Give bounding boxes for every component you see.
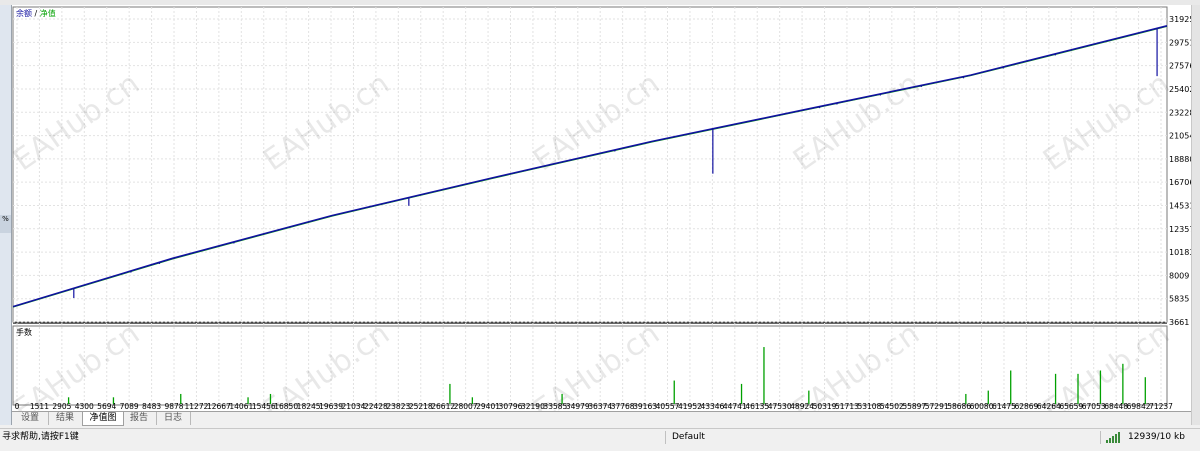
x-tick-label: 55897 [902, 402, 926, 411]
x-tick-label: 23823 [386, 402, 410, 411]
x-tick-label: 21034 [342, 402, 366, 411]
legend-balance: 余额 [16, 8, 32, 18]
profile-name: Default [672, 432, 705, 442]
x-tick-label: 22428 [364, 402, 388, 411]
tester-tabs: 设置 结果 净值图 报告 日志 [12, 411, 1191, 427]
y-tick-label: 23228 [1169, 108, 1191, 117]
x-tick-label: 71237 [1149, 402, 1173, 411]
x-tick-label: 41952 [678, 402, 702, 411]
y-tick-label: 18880 [1169, 155, 1191, 164]
x-tick-label: 69842 [1127, 402, 1151, 411]
x-tick-label: 8483 [142, 402, 161, 411]
y-tick-label: 12357 [1169, 225, 1191, 234]
y-tick-label: 21054 [1169, 132, 1191, 141]
x-tick-label: 30796 [499, 402, 523, 411]
main-plot-frame [12, 6, 1168, 323]
x-tick-label: 44741 [723, 402, 747, 411]
y-tick-label: 16706 [1169, 178, 1191, 187]
x-tick-label: 4300 [75, 402, 94, 411]
x-tick-label: 61475 [992, 402, 1016, 411]
x-tick-label: 29401 [476, 402, 500, 411]
x-tick-label: 68448 [1104, 402, 1128, 411]
tab-journal[interactable]: 日志 [156, 412, 191, 425]
status-bar: 寻求帮助,请按F1键 Default 12939/10 kb [0, 428, 1200, 446]
legend-separator: / [32, 9, 40, 18]
traffic-counter: 12939/10 kb [1128, 432, 1185, 442]
x-tick-label: 26612 [431, 402, 455, 411]
y-tick-label: 10183 [1169, 248, 1191, 257]
tab-report[interactable]: 报告 [122, 412, 157, 425]
side-panel-tab[interactable]: % [0, 215, 11, 233]
x-tick-label: 40557 [656, 402, 680, 411]
y-tick-label: 31925 [1169, 15, 1191, 24]
x-tick-label: 12667 [207, 402, 231, 411]
x-tick-label: 28007 [454, 402, 478, 411]
x-tick-label: 36374 [588, 402, 612, 411]
equity-chart-area: 0 1511 2905 4300 5694 7089 8483 9878 11272 12667 1… [7, 5, 1194, 428]
x-tick-label: 11272 [185, 402, 209, 411]
y-tick-label: 8009 [1169, 271, 1189, 280]
lots-pane-title: 手数 [16, 327, 32, 337]
x-tick-label: 57291 [925, 402, 949, 411]
help-hint: 寻求帮助,请按F1键 [2, 432, 79, 442]
chart-svg: 0 1511 2905 4300 5694 7089 8483 9878 11272126671… [7, 6, 1194, 428]
x-tick-label: 7089 [120, 402, 139, 411]
x-tick-label: 62869 [1014, 402, 1038, 411]
y-tick-label: 29751 [1169, 38, 1191, 47]
x-tick-label: 39163 [633, 402, 657, 411]
tab-settings[interactable]: 设置 [12, 412, 49, 425]
y-tick-label: 3661 [1169, 318, 1189, 327]
legend-equity: 净值 [40, 8, 56, 18]
x-tick-label: 53108 [857, 402, 881, 411]
x-tick-label: 43346 [700, 402, 724, 411]
connection-icon [1106, 429, 1126, 446]
x-tick-label: 60080 [970, 402, 994, 411]
tab-equity-graph[interactable]: 净值图 [82, 412, 124, 426]
right-scroll-strip[interactable] [1191, 5, 1200, 425]
x-tick-label: 58686 [947, 402, 971, 411]
tab-results[interactable]: 结果 [48, 412, 83, 425]
y-tick-label: 27576 [1169, 62, 1191, 71]
x-tick-label: 37768 [611, 402, 635, 411]
x-tick-label: 19639 [319, 402, 343, 411]
x-tick-label: 25218 [409, 402, 433, 411]
x-tick-label: 46135 [745, 402, 769, 411]
x-tick-label: 54502 [880, 402, 904, 411]
y-tick-label: 5835 [1169, 295, 1189, 304]
x-tick-label: 14061 [229, 402, 253, 411]
y-tick-label: 14531 [1169, 201, 1191, 210]
tester-side-panel[interactable]: % [0, 5, 12, 425]
x-tick-label: 47530 [768, 402, 792, 411]
chart-legend: 余额 / 净值 [16, 8, 56, 18]
